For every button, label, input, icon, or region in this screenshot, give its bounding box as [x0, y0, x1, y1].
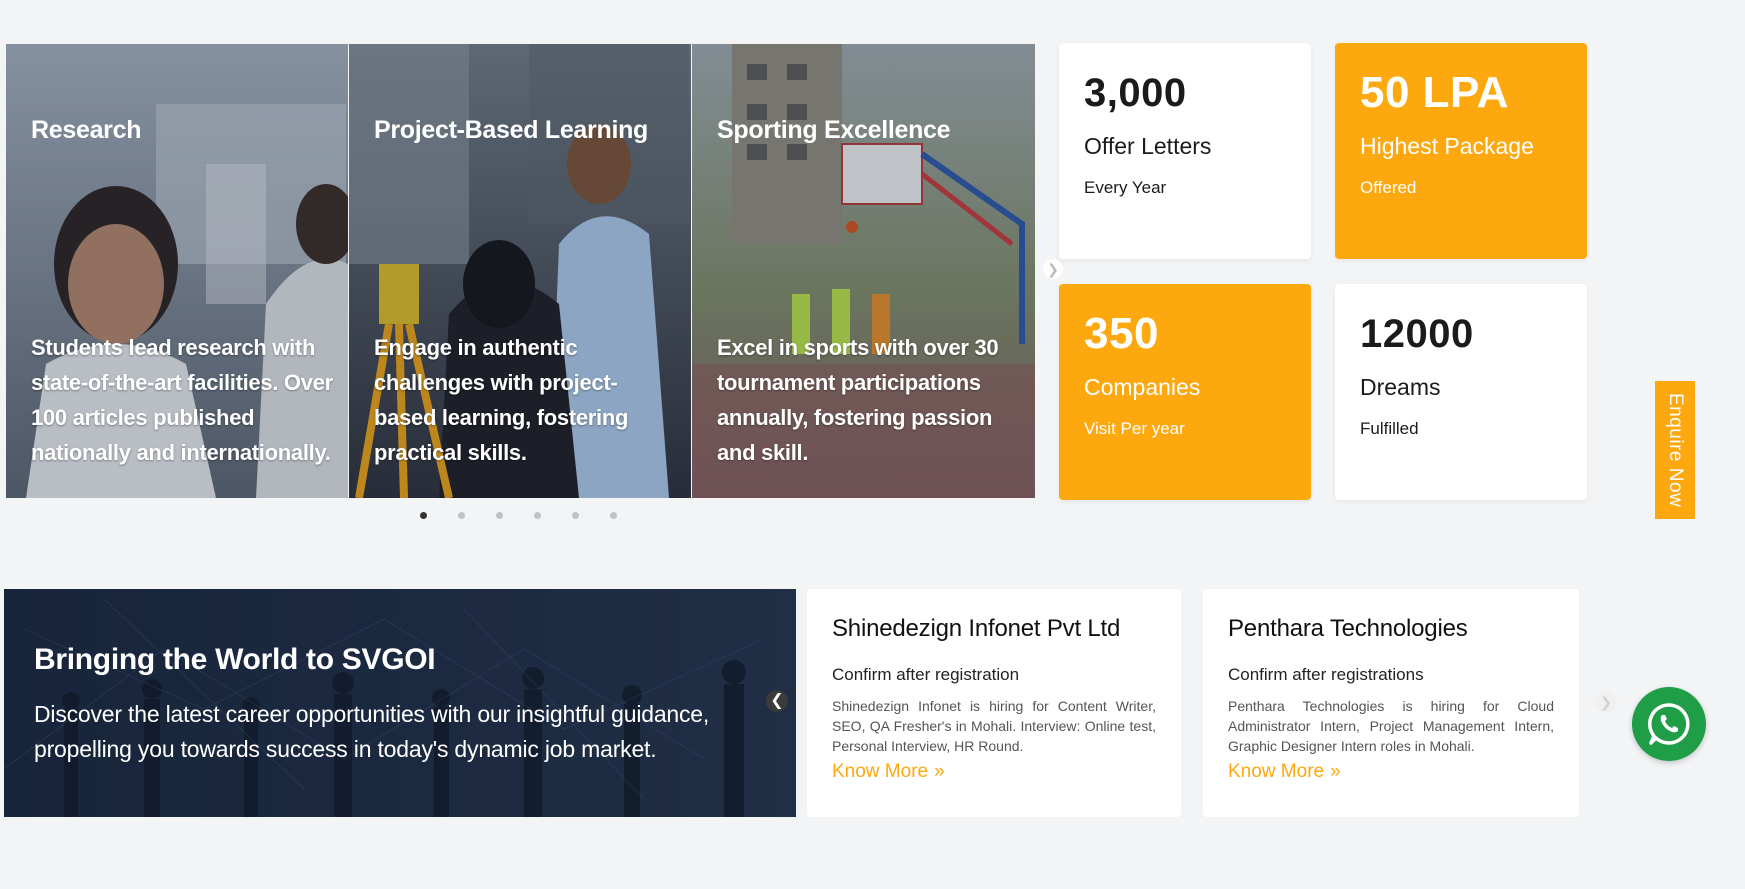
whatsapp-button[interactable] [1632, 687, 1706, 761]
job-status: Confirm after registrations [1228, 665, 1424, 684]
stat-label: Dreams [1360, 374, 1441, 400]
carousel-dot[interactable] [496, 512, 503, 519]
know-more-link[interactable]: Know More » [832, 761, 945, 783]
carousel-dot[interactable] [420, 512, 427, 519]
stat-number: 12000 [1360, 312, 1474, 356]
card-title: Sporting Excellence [717, 116, 951, 144]
jobs-next-button[interactable]: ❯ [1595, 691, 1617, 713]
card-description: Students lead research with state-of-the… [31, 335, 333, 465]
stat-number: 350 [1084, 309, 1159, 358]
double-chevron-right-icon: » [934, 761, 945, 782]
stat-label: Highest Package [1360, 133, 1534, 159]
stat-sub: Offered [1360, 178, 1417, 197]
job-card: Penthara Technologies Confirm after regi… [1203, 589, 1579, 817]
stat-sub: Fulfilled [1360, 419, 1419, 438]
card-title: Research [31, 116, 142, 144]
double-chevron-right-icon: » [1330, 761, 1341, 782]
carousel-dot[interactable] [534, 512, 541, 519]
job-description: Shinedezign Infonet is hiring for Conten… [832, 698, 1156, 754]
career-banner: Bringing the World to SVGOI Discover the… [4, 589, 796, 817]
chevron-right-icon: ❯ [1047, 261, 1059, 277]
card-description: Engage in authentic challenges with proj… [374, 335, 629, 465]
carousel-next-button[interactable]: ❯ [1043, 259, 1063, 279]
stat-sub: Visit Per year [1084, 419, 1185, 438]
job-description: Penthara Technologies is hiring for Clou… [1228, 698, 1554, 754]
stat-label: Companies [1084, 374, 1201, 400]
know-more-link[interactable]: Know More » [1228, 761, 1341, 783]
highlight-card-research[interactable]: Research Students lead research with sta… [6, 44, 348, 498]
know-more-label: Know More [832, 761, 929, 782]
stat-highest-package: 50 LPA Highest Package Offered [1335, 43, 1587, 259]
carousel-pagination [420, 512, 617, 519]
highlight-card-project-based-learning[interactable]: Project-Based Learning Engage in authent… [349, 44, 691, 498]
stat-number: 50 LPA [1360, 68, 1509, 117]
chevron-right-icon: ❯ [1600, 694, 1612, 710]
stat-dreams: 12000 Dreams Fulfilled [1335, 284, 1587, 500]
enquire-now-button[interactable]: Enquire Now [1655, 381, 1695, 519]
job-card: Shinedezign Infonet Pvt Ltd Confirm afte… [807, 589, 1181, 817]
banner-description: Discover the latest career opportunities… [34, 701, 710, 762]
carousel-dot[interactable] [572, 512, 579, 519]
card-title: Project-Based Learning [374, 116, 649, 144]
whatsapp-icon [1648, 703, 1690, 745]
job-company: Penthara Technologies [1228, 615, 1468, 642]
highlight-card-sporting-excellence[interactable]: Sporting Excellence Excel in sports with… [692, 44, 1035, 498]
stat-number: 3,000 [1084, 71, 1187, 115]
carousel-dot[interactable] [458, 512, 465, 519]
job-company: Shinedezign Infonet Pvt Ltd [832, 615, 1121, 642]
jobs-prev-button[interactable]: ❮ [766, 690, 788, 712]
banner-title: Bringing the World to SVGOI [34, 643, 436, 676]
chevron-left-icon: ❮ [770, 692, 784, 709]
stat-sub: Every Year [1084, 178, 1167, 197]
job-status: Confirm after registration [832, 665, 1020, 684]
stat-companies: 350 Companies Visit Per year [1059, 284, 1311, 500]
know-more-label: Know More [1228, 761, 1325, 782]
carousel-dot[interactable] [610, 512, 617, 519]
stat-offer-letters: 3,000 Offer Letters Every Year [1059, 43, 1311, 259]
stat-label: Offer Letters [1084, 133, 1212, 159]
card-description: Excel in sports with over 30 tournament … [717, 335, 999, 465]
